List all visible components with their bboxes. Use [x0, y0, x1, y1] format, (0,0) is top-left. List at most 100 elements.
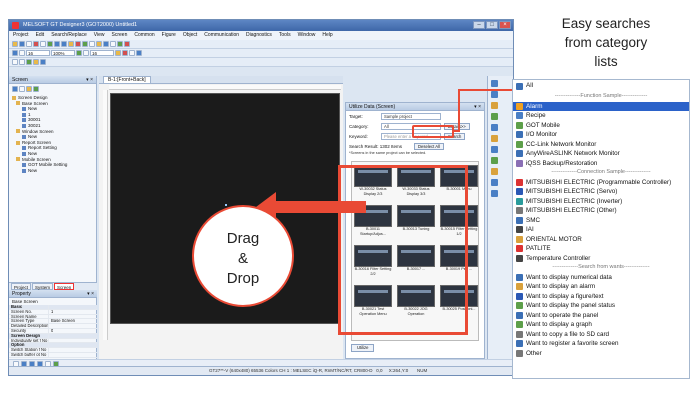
target-select[interactable]: Sample project — [381, 112, 441, 120]
switch-icon[interactable] — [82, 41, 88, 47]
grid-icon[interactable] — [19, 50, 25, 56]
order-icon[interactable] — [83, 50, 89, 56]
menu-item[interactable]: Edit — [36, 31, 45, 40]
category-item[interactable]: Want to display a figure/text — [513, 292, 689, 302]
category-item[interactable]: CC-Link Network Monitor — [513, 140, 689, 150]
properties-icon[interactable] — [26, 85, 32, 92]
toolbox-text-icon[interactable] — [491, 124, 498, 131]
category-item[interactable]: Other — [513, 349, 689, 359]
open-screen-icon[interactable] — [19, 85, 25, 92]
minimize-button[interactable]: – — [473, 21, 485, 29]
paste-icon[interactable] — [47, 41, 53, 47]
select-icon[interactable] — [12, 50, 18, 56]
list-view-icon[interactable] — [33, 85, 39, 92]
menu-item[interactable]: Help — [322, 31, 332, 40]
category-item[interactable]: Recipe — [513, 111, 689, 121]
pane-pin-icon[interactable]: ▾ × — [86, 76, 93, 84]
object-icon[interactable] — [75, 41, 81, 47]
maximize-button[interactable]: □ — [486, 21, 498, 29]
property-row[interactable]: Switch buffer ot No — [9, 352, 97, 358]
tree-item[interactable]: New — [12, 168, 93, 174]
category-item[interactable]: GOT Mobile — [513, 121, 689, 131]
utilize-button[interactable]: Utilize — [351, 344, 375, 352]
category-item[interactable]: Temperature Controller — [513, 254, 689, 264]
alarm-icon[interactable] — [117, 41, 123, 47]
toolbox-alarm-icon[interactable] — [491, 179, 498, 186]
cut-icon[interactable] — [33, 41, 39, 47]
recipe-icon[interactable] — [124, 41, 130, 47]
close-button[interactable]: × — [499, 21, 511, 29]
new-project-icon[interactable] — [12, 41, 18, 47]
graph-icon[interactable] — [110, 41, 116, 47]
category-item[interactable]: MITSUBISHI ELECTRIC (Other) — [513, 206, 689, 216]
fill-icon[interactable] — [122, 50, 128, 56]
preview-icon[interactable] — [26, 59, 32, 65]
menu-item[interactable]: Common — [134, 31, 154, 40]
category-item[interactable]: MITSUBISHI ELECTRIC (Servo) — [513, 187, 689, 197]
new-screen-icon[interactable] — [12, 85, 18, 92]
category-item[interactable]: Want to display the panel status — [513, 301, 689, 311]
category-item[interactable]: PATLITE — [513, 244, 689, 254]
toolbox-select-icon[interactable] — [491, 80, 498, 87]
menu-item[interactable]: Search/Replace — [51, 31, 87, 40]
menu-item[interactable]: Project — [13, 31, 29, 40]
write-icon[interactable] — [40, 59, 46, 65]
menu-item[interactable]: Tools — [279, 31, 291, 40]
save-icon[interactable] — [26, 41, 32, 47]
toolbox-image-icon[interactable] — [491, 190, 498, 197]
category-list-header[interactable]: All — [513, 80, 689, 92]
category-item[interactable]: iQSS Backup/Restoration — [513, 159, 689, 169]
pane-pin-icon[interactable]: ▾ × — [87, 290, 94, 298]
category-item[interactable]: Want to display a graph — [513, 320, 689, 330]
menu-item[interactable]: Screen — [112, 31, 128, 40]
text-icon[interactable] — [103, 41, 109, 47]
menu-item[interactable]: Window — [298, 31, 316, 40]
toolbox-rectangle-icon[interactable] — [491, 102, 498, 109]
menu-item[interactable]: Figure — [162, 31, 176, 40]
toolbox-graph-icon[interactable] — [491, 168, 498, 175]
copy-icon[interactable] — [40, 41, 46, 47]
toolbox-line-icon[interactable] — [491, 91, 498, 98]
redo-icon[interactable] — [61, 41, 67, 47]
lamp-icon[interactable] — [89, 41, 95, 47]
toolbox-circle-icon[interactable] — [491, 113, 498, 120]
menu-item[interactable]: Communication — [204, 31, 239, 40]
align-icon[interactable] — [76, 50, 82, 56]
category-item[interactable]: SMC — [513, 216, 689, 226]
pane-pin-icon[interactable]: ▾ × — [474, 103, 481, 111]
toolbox-numeric-icon[interactable] — [491, 157, 498, 164]
figure-icon[interactable] — [68, 41, 74, 47]
simulate-icon[interactable] — [33, 59, 39, 65]
layer-icon[interactable] — [136, 50, 142, 56]
category-item[interactable]: Alarm — [513, 101, 689, 111]
category-item[interactable]: IAI — [513, 225, 689, 235]
menu-item[interactable]: Diagnostics — [246, 31, 272, 40]
pane-tab[interactable]: Project — [11, 283, 32, 290]
menu-item[interactable]: Object — [183, 31, 197, 40]
category-item[interactable]: Want to copy a file to SD card — [513, 330, 689, 340]
zoom-select[interactable]: 100% — [51, 50, 75, 56]
numeric-icon[interactable] — [96, 41, 102, 47]
category-item[interactable]: Want to register a favorite screen — [513, 339, 689, 349]
category-item[interactable]: Want to display an alarm — [513, 282, 689, 292]
category-item[interactable]: Want to display numerical data — [513, 273, 689, 283]
category-item[interactable]: MITSUBISHI ELECTRIC (Programmable Contro… — [513, 178, 689, 188]
category-item[interactable]: ORIENTAL MOTOR — [513, 235, 689, 245]
line-width-select[interactable]: 16 — [90, 50, 114, 56]
category-item[interactable]: AnyWireASLINK Network Monitor — [513, 149, 689, 159]
open-project-icon[interactable] — [19, 41, 25, 47]
menu-item[interactable]: View — [94, 31, 105, 40]
undo-icon[interactable] — [54, 41, 60, 47]
category-item[interactable]: Want to operate the panel — [513, 311, 689, 321]
back-layer-icon[interactable] — [19, 59, 25, 65]
toolbox-switch-icon[interactable] — [491, 135, 498, 142]
pane-tab[interactable]: Screen — [54, 283, 75, 290]
editor-tab[interactable]: B-1:[Front+Back] — [103, 76, 151, 84]
category-item[interactable]: MITSUBISHI ELECTRIC (Inverter) — [513, 197, 689, 207]
font-size-select[interactable]: 16 — [26, 50, 50, 56]
toolbox-lamp-icon[interactable] — [491, 146, 498, 153]
category-item[interactable]: I/O Monitor — [513, 130, 689, 140]
front-layer-icon[interactable] — [12, 59, 18, 65]
deselect-all-button[interactable]: Deselect All — [414, 142, 444, 150]
snap-icon[interactable] — [129, 50, 135, 56]
